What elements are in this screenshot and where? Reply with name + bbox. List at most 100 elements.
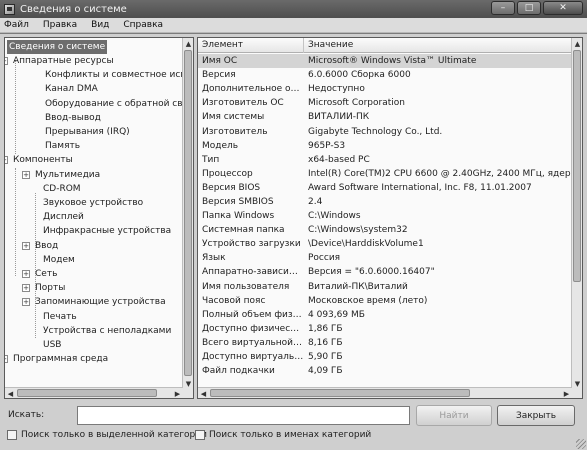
find-button[interactable]: Найти (416, 405, 492, 426)
tree-node[interactable]: −Компоненты (5, 153, 75, 167)
scroll-right-icon[interactable]: ▶ (172, 388, 183, 398)
details-header: Элемент Значение (198, 38, 572, 53)
search-selected-category-checkbox[interactable] (7, 430, 17, 440)
table-row[interactable]: Тип x64-based PC (198, 153, 572, 167)
table-row[interactable]: Изготовитель ОС Microsoft Corporation (198, 96, 572, 110)
table-row[interactable]: Имя ОС Microsoft® Windows Vista™ Ultimate (198, 54, 572, 69)
scroll-down-icon[interactable]: ▼ (183, 378, 193, 389)
window-controls: – □ ✕ (491, 1, 583, 15)
tree-guide-line (15, 60, 16, 154)
scroll-down-icon[interactable]: ▼ (572, 378, 582, 389)
search-input[interactable] (77, 406, 410, 425)
cell-value: x64-based PC (308, 154, 370, 165)
tree-node-label: Прерывания (IRQ) (45, 127, 130, 137)
tree-node[interactable]: + Программная среда (5, 352, 110, 366)
tree-node[interactable]: Канал DMA (43, 82, 100, 96)
collapse-icon[interactable]: − (5, 156, 8, 165)
scroll-up-icon[interactable]: ▲ (572, 38, 582, 49)
tree-node[interactable]: Ввод-вывод (43, 111, 103, 125)
details-vscroll-thumb[interactable] (573, 50, 581, 282)
tree-node[interactable]: Инфракрасные устройства (41, 224, 173, 238)
title-bar[interactable]: Сведения о системе – □ ✕ (0, 0, 587, 18)
tree-node[interactable]: CD-ROM (41, 182, 83, 196)
table-row[interactable]: Язык Россия (198, 251, 572, 265)
cell-value: 5,90 ГБ (308, 352, 343, 363)
tree-node[interactable]: Модем (41, 253, 77, 267)
tree-hscroll-thumb[interactable] (17, 389, 157, 397)
menu-view[interactable]: Вид (91, 20, 109, 30)
expand-icon[interactable]: + (22, 270, 30, 278)
tree-node[interactable]: + Запоминающие устройства (22, 295, 168, 309)
scroll-left-icon[interactable]: ◀ (198, 388, 209, 398)
tree-node[interactable]: USB (41, 338, 63, 352)
expand-icon[interactable]: + (5, 355, 8, 364)
table-row[interactable]: Устройство загрузки \Device\HarddiskVolum… (198, 237, 572, 251)
cell-element: Имя пользователя (202, 281, 290, 292)
tree-node[interactable]: + Порты (22, 281, 67, 295)
tree-node[interactable]: + Мультимедиа (22, 168, 102, 182)
table-row[interactable]: Версия BIOS Award Software International,… (198, 181, 572, 195)
cell-element: Процессор (202, 168, 253, 179)
menu-help[interactable]: Справка (123, 20, 163, 30)
column-header-value[interactable]: Значение (304, 38, 353, 53)
table-row[interactable]: Версия SMBIOS 2.4 (198, 195, 572, 209)
table-row[interactable]: Имя пользователя Виталий-ПК\Виталий (198, 280, 572, 294)
cell-element: Изготовитель (202, 126, 268, 137)
tree-root[interactable]: Сведения о системе (7, 40, 108, 54)
table-row[interactable]: Дополнительное опис... Недоступно (198, 82, 572, 96)
menu-edit[interactable]: Правка (43, 20, 77, 30)
maximize-button[interactable]: □ (517, 1, 541, 15)
tree-node[interactable]: −Аппаратные ресурсы (5, 54, 116, 68)
scroll-up-icon[interactable]: ▲ (183, 38, 193, 49)
table-row[interactable]: Доступно виртуально... 5,90 ГБ (198, 350, 572, 364)
tree-node[interactable]: Звуковое устройство (41, 196, 145, 210)
expand-icon[interactable]: + (22, 241, 30, 250)
details-vertical-scrollbar[interactable]: ▲ ▼ (571, 38, 582, 398)
tree-node[interactable]: Конфликты и совместное использов (43, 68, 183, 82)
search-category-names-checkbox[interactable] (195, 430, 205, 440)
table-row[interactable]: Папка Windows C:\Windows (198, 209, 572, 223)
search-category-names-option[interactable]: Поиск только в именах категорий (195, 430, 371, 440)
tree-vertical-scrollbar[interactable]: ▲ ▼ (182, 38, 193, 398)
tree-node[interactable]: Дисплей (41, 210, 86, 224)
table-row[interactable]: Изготовитель Gigabyte Technology Co., Ltd… (198, 124, 572, 138)
tree-node[interactable]: Устройства с неполадками (41, 324, 173, 338)
details-horizontal-scrollbar[interactable]: ◀ ▶ (198, 387, 572, 398)
table-row[interactable]: Процессор Intel(R) Core(TM)2 CPU 6600 @ 2… (198, 167, 572, 181)
table-row[interactable]: Полный объем физич... 4 093,69 МБ (198, 308, 572, 322)
table-row[interactable]: Имя системы ВИТАЛИЙ-ПК (198, 110, 572, 124)
collapse-icon[interactable]: − (5, 57, 8, 65)
expand-icon[interactable]: + (22, 298, 30, 307)
close-button[interactable]: Закрыть (497, 405, 575, 426)
table-row[interactable]: Модель 965P-S3 (198, 139, 572, 153)
table-row[interactable]: Доступно физическо... 1,86 ГБ (198, 322, 572, 336)
close-window-button[interactable]: ✕ (543, 1, 583, 15)
resize-grip-icon[interactable] (576, 439, 586, 449)
table-row[interactable]: Файл подкачки 4,09 ГБ (198, 364, 572, 378)
expand-icon[interactable]: + (22, 284, 30, 293)
tree-node[interactable]: Прерывания (IRQ) (43, 125, 132, 139)
scroll-left-icon[interactable]: ◀ (5, 388, 16, 398)
tree-node[interactable]: Память (43, 139, 82, 153)
tree-node[interactable]: Печать (41, 310, 79, 324)
tree-node-label: Компоненты (13, 155, 73, 166)
table-row[interactable]: Версия 6.0.6000 Сборка 6000 (198, 68, 572, 82)
tree-node[interactable]: Оборудование с обратной связью (43, 97, 183, 111)
tree-node[interactable]: + Сеть (22, 267, 59, 281)
table-row[interactable]: Аппаратно-зависимы... Версия = "6.0.6000.… (198, 265, 572, 279)
column-header-element[interactable]: Элемент (198, 38, 304, 53)
expand-icon[interactable]: + (22, 170, 30, 179)
tree-node[interactable]: + Ввод (22, 239, 60, 253)
menu-file[interactable]: Файл (4, 20, 29, 30)
tree-horizontal-scrollbar[interactable]: ◀ ▶ (5, 387, 183, 398)
tree-vscroll-thumb[interactable] (184, 50, 192, 376)
table-row[interactable]: Системная папка C:\Windows\system32 (198, 223, 572, 237)
minimize-button[interactable]: – (491, 1, 515, 15)
table-row[interactable]: Часовой пояс Московское время (лето) (198, 294, 572, 308)
search-selected-category-option[interactable]: Поиск только в выделенной категории (7, 430, 207, 440)
cell-element: Папка Windows (202, 211, 275, 222)
cell-element: Доступно виртуально... (202, 352, 304, 363)
scroll-right-icon[interactable]: ▶ (561, 388, 572, 398)
details-hscroll-thumb[interactable] (210, 389, 470, 397)
table-row[interactable]: Всего виртуальной па... 8,16 ГБ (198, 336, 572, 350)
